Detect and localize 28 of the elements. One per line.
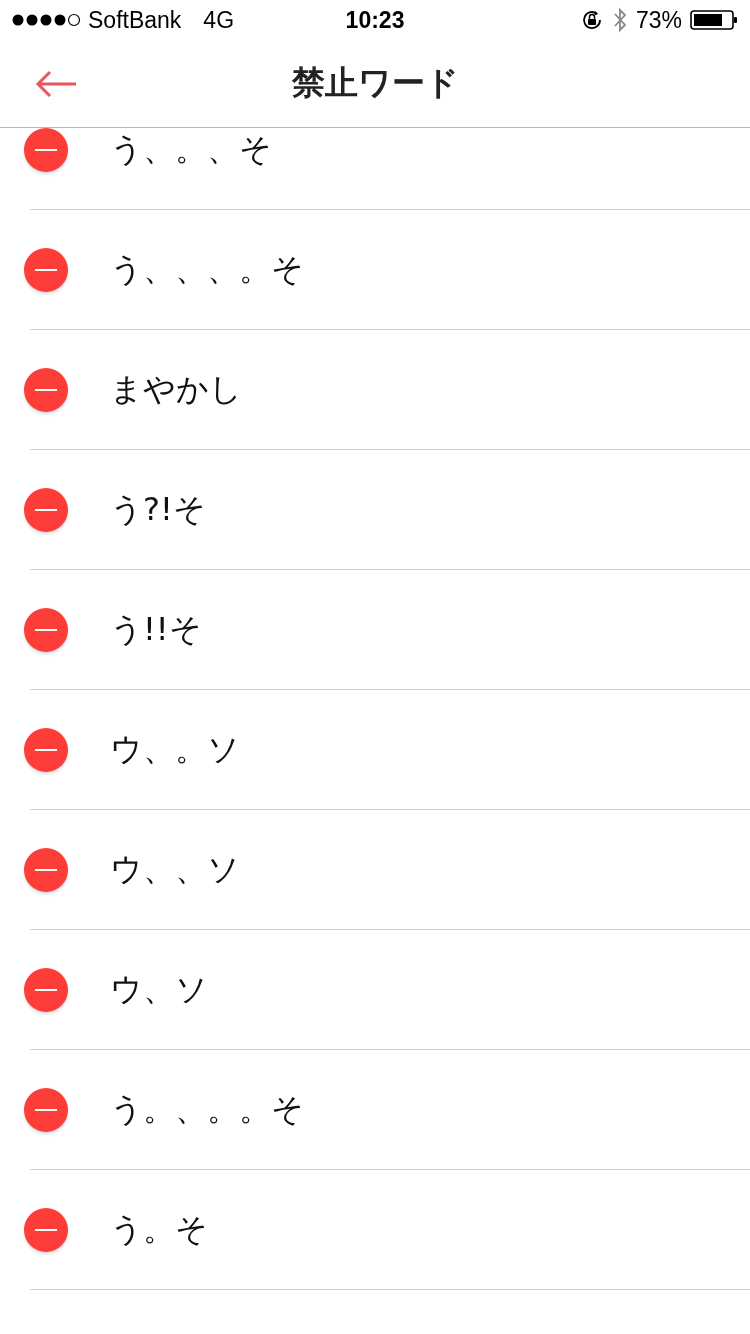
delete-button[interactable] bbox=[24, 247, 68, 292]
banned-word: う、。、そ bbox=[110, 128, 272, 170]
delete-button[interactable] bbox=[24, 727, 68, 772]
banned-word: う?!そ bbox=[110, 488, 206, 530]
banned-word: ウ、。ソ bbox=[110, 728, 240, 770]
banned-word: う。、。。そ bbox=[110, 1088, 304, 1130]
banned-word: う。そ bbox=[110, 1208, 208, 1250]
banned-word: う!!そ bbox=[110, 608, 202, 650]
delete-button[interactable] bbox=[24, 967, 68, 1012]
delete-button[interactable] bbox=[24, 847, 68, 892]
delete-button[interactable] bbox=[24, 1087, 68, 1132]
carrier-name: SoftBank bbox=[88, 6, 182, 34]
delete-button[interactable] bbox=[24, 487, 68, 532]
network-type: 4G bbox=[203, 6, 235, 34]
delete-button[interactable] bbox=[24, 128, 68, 172]
delete-button[interactable] bbox=[24, 607, 68, 652]
banned-word: う、、、。そ bbox=[110, 248, 304, 290]
screen-title: 禁止ワード bbox=[290, 62, 460, 104]
delete-button[interactable] bbox=[24, 367, 68, 412]
status-time: 10:23 bbox=[345, 6, 405, 33]
banned-word: ウ、ソ bbox=[110, 968, 208, 1010]
banned-word: ウ、、ソ bbox=[110, 848, 240, 890]
delete-button[interactable] bbox=[24, 1207, 68, 1252]
banned-word: まやかし bbox=[110, 368, 242, 410]
bluetooth-icon bbox=[611, 6, 628, 34]
battery-percent: 73% bbox=[635, 6, 682, 34]
battery-icon bbox=[690, 9, 738, 31]
back-arrow-icon bbox=[34, 69, 78, 98]
